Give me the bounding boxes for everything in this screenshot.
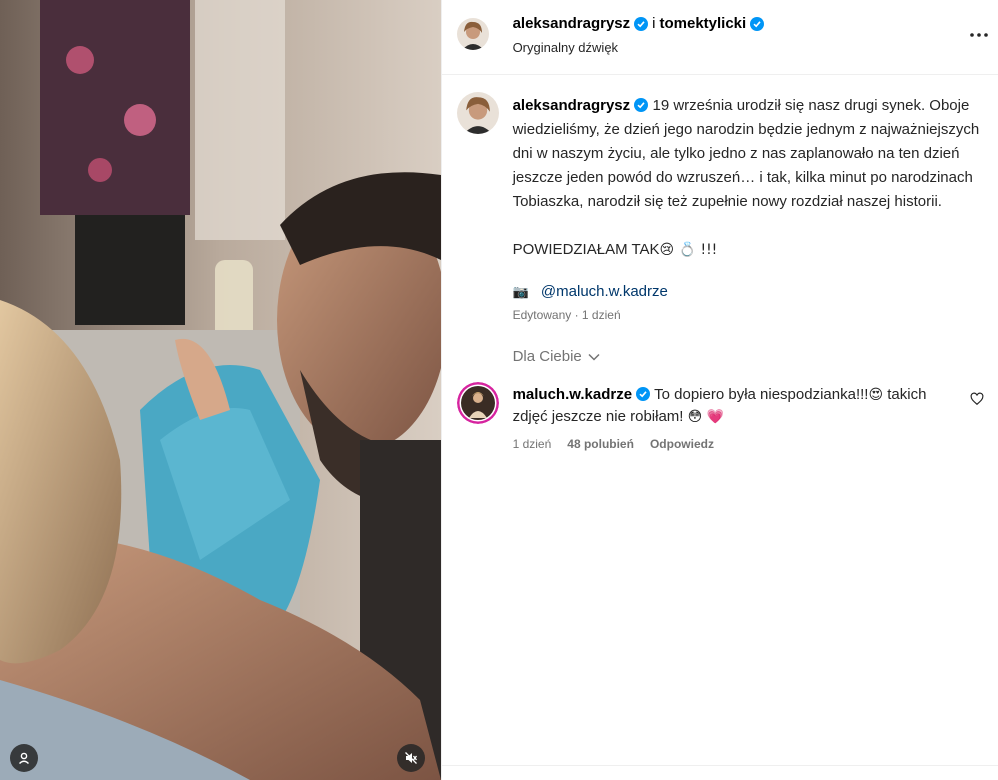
credit-link[interactable]: @maluch.w.kadrze xyxy=(541,283,668,300)
more-options-button[interactable] xyxy=(968,26,990,44)
verified-badge-icon xyxy=(634,16,649,31)
edited-label: Edytowany · 1 dzień xyxy=(512,308,621,322)
post-photo xyxy=(0,0,441,780)
post-details: aleksandragrysz i tomektylicki Oryginaln… xyxy=(440,0,998,780)
speaker-muted-icon xyxy=(404,752,417,764)
comment-body: To dopiero była niespodzianka!!! xyxy=(654,386,869,403)
comment-username[interactable]: maluch.w.kadrze xyxy=(513,386,633,403)
author-username[interactable]: aleksandragrysz xyxy=(513,15,631,32)
comment-time: 1 dzień xyxy=(512,437,552,451)
announcement-text: POWIEDZIAŁAM TAK xyxy=(512,241,660,258)
verified-badge-icon xyxy=(750,16,765,31)
camera-icon: 📷 xyxy=(512,285,529,300)
action-bar-edge xyxy=(441,765,998,780)
comment-likes[interactable]: 48 polubień xyxy=(567,437,634,451)
more-dots-icon xyxy=(970,33,988,37)
caption-announcement: POWIEDZIAŁAM TAK😢 💍 !!! xyxy=(513,238,718,262)
comment-text: maluch.w.kadrze To dopiero była niespodz… xyxy=(513,384,953,428)
caption-avatar[interactable] xyxy=(456,92,499,134)
comment-emoji-2: 😳 💗 xyxy=(687,409,725,425)
chevron-down-icon xyxy=(588,353,600,361)
user-tag-button[interactable] xyxy=(10,744,38,772)
authors-separator: i xyxy=(652,15,656,32)
verified-badge-icon xyxy=(636,387,651,401)
comment-emoji: 😍 xyxy=(868,387,884,403)
reply-button[interactable]: Odpowiedz xyxy=(650,437,714,451)
commenter-avatar[interactable] xyxy=(456,382,499,424)
comment-meta: 1 dzień 48 polubień Odpowiedz xyxy=(513,437,714,451)
caption-text: aleksandragrysz 19 września urodził się … xyxy=(513,94,983,214)
audio-label[interactable]: Oryginalny dźwięk xyxy=(513,40,619,55)
user-tag-icon xyxy=(19,752,29,765)
post-media[interactable] xyxy=(0,0,441,780)
caption-username[interactable]: aleksandragrysz xyxy=(513,97,631,114)
like-comment-button[interactable] xyxy=(970,392,986,408)
author-avatar[interactable] xyxy=(456,18,489,50)
photo-credit: 📷 @maluch.w.kadrze xyxy=(513,280,668,305)
verified-badge-icon xyxy=(634,98,649,112)
coauthor-username[interactable]: tomektylicki xyxy=(659,15,746,32)
mute-button[interactable] xyxy=(396,744,425,772)
for-you-label: Dla Ciebie xyxy=(512,348,582,365)
for-you-filter[interactable]: Dla Ciebie xyxy=(513,348,600,365)
heart-outline-icon xyxy=(970,392,983,406)
announcement-emoji: 😢 💍 !!! xyxy=(659,242,718,258)
post-header: aleksandragrysz i tomektylicki Oryginaln… xyxy=(441,0,998,75)
post-authors: aleksandragrysz i tomektylicki xyxy=(513,15,765,32)
instagram-post: aleksandragrysz i tomektylicki Oryginaln… xyxy=(0,0,998,780)
